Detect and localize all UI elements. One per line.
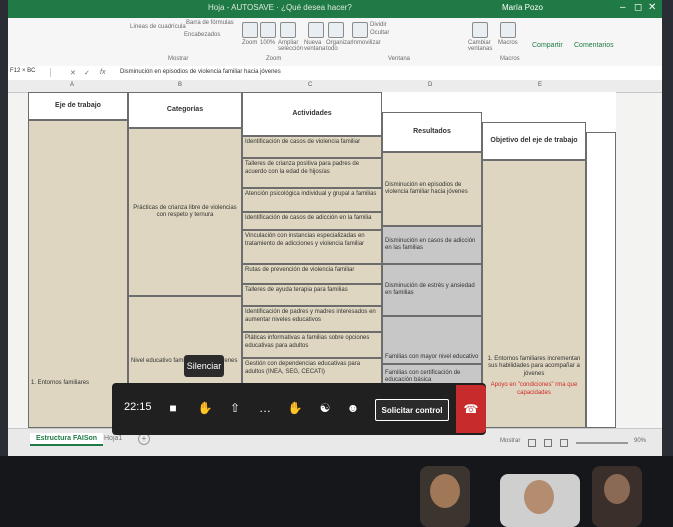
more-icon[interactable]: … — [256, 399, 274, 417]
cell-resultado[interactable]: Familias con mayor nivel educativo — [382, 316, 482, 364]
arrange-icon[interactable] — [328, 22, 344, 38]
ribbon: Líneas de cuadrícula Encabezados Barra d… — [8, 18, 662, 67]
new-window-icon[interactable] — [308, 22, 324, 38]
cell-actividad[interactable]: Identificación de casos de adicción en l… — [242, 212, 382, 230]
cell-actividad[interactable]: Rutas de prevención de violencia familia… — [242, 264, 382, 284]
tooltip-mute: Silenciar — [184, 355, 224, 377]
ribbon-item[interactable]: Líneas de cuadrícula — [130, 24, 186, 30]
cancel-icon[interactable]: ✕ — [70, 69, 76, 77]
video-strip — [0, 456, 673, 527]
avatar — [524, 480, 554, 514]
page-layout-icon[interactable] — [544, 439, 552, 447]
cell-eje[interactable]: 1. Entornos familiares — [28, 120, 128, 428]
data-table: Eje de trabajo Categorías Actividades Re… — [28, 92, 616, 428]
hangup-icon[interactable]: ☎ — [456, 385, 486, 433]
window-title: Hoja - AUTOSAVE · ¿Qué desea hacer? — [208, 3, 352, 12]
formula-bar: F12 × BC ✕ ✓ fx Disminución en episodios… — [8, 66, 662, 81]
ribbon-group-label: Ventana — [388, 56, 411, 62]
zoom-level[interactable]: 90% — [634, 438, 646, 444]
avatar — [430, 474, 460, 508]
page-break-icon[interactable] — [560, 439, 568, 447]
enter-icon[interactable]: ✓ — [84, 69, 90, 77]
close-icon[interactable]: ✕ — [648, 2, 656, 13]
switch-window-icon[interactable] — [472, 22, 488, 38]
freeze-icon[interactable] — [352, 22, 368, 38]
ribbon-group-label: Zoom — [266, 56, 282, 62]
objetivo-text: 1. Entornos familiares incrementan sus h… — [487, 355, 581, 377]
ribbon-item[interactable]: Dividir — [370, 22, 387, 28]
header-eje[interactable]: Eje de trabajo — [28, 92, 128, 120]
ribbon-group-label: Mostrar — [168, 56, 189, 62]
call-timer: 22:15 — [124, 401, 152, 413]
zoom-icon[interactable] — [242, 22, 258, 38]
share-screen-icon[interactable]: ⇧ — [226, 399, 244, 417]
column-header[interactable]: A — [70, 82, 74, 88]
title-bar: Hoja - AUTOSAVE · ¿Qué desea hacer? Marí… — [8, 0, 662, 18]
zoom-selection-icon[interactable] — [280, 22, 296, 38]
header-categorias[interactable]: Categorías — [128, 92, 242, 128]
user-name[interactable]: María Pozo — [502, 3, 543, 12]
cell-empty[interactable] — [586, 132, 616, 428]
cell-actividad[interactable]: Talleres de crianza positiva para padres… — [242, 158, 382, 188]
cell-actividad[interactable]: Pláticas informativas a familias sobre o… — [242, 332, 382, 358]
ribbon-item[interactable]: Organizar todo — [326, 40, 352, 52]
name-box[interactable]: F12 × BC — [10, 68, 51, 77]
ribbon-item[interactable]: Macros — [498, 40, 518, 46]
raise-hand-icon[interactable]: ✋ — [286, 399, 304, 417]
zoom-slider[interactable] — [576, 442, 628, 444]
normal-view-icon[interactable] — [528, 439, 536, 447]
cell-categoria[interactable]: Prácticas de crianza libre de violencias… — [128, 128, 242, 296]
formula-input[interactable]: Disminución en episodios de violencia fa… — [120, 69, 281, 75]
participant-video[interactable] — [420, 466, 470, 527]
request-control-button[interactable]: Solicitar control — [375, 399, 449, 421]
chat-icon[interactable]: ☯ — [316, 399, 334, 417]
header-objetivo[interactable]: Objetivo del eje de trabajo — [482, 122, 586, 160]
cell-resultado[interactable]: Disminución en episodios de violencia fa… — [382, 152, 482, 226]
cell-actividad[interactable]: Identificación de casos de violencia fam… — [242, 136, 382, 158]
comments-button[interactable]: Comentarios — [574, 42, 614, 49]
column-header[interactable]: B — [178, 82, 182, 88]
function-icon[interactable]: fx — [100, 69, 105, 76]
header-actividades[interactable]: Actividades — [242, 92, 382, 136]
zoom-100-icon[interactable] — [260, 22, 276, 38]
header-resultados[interactable]: Resultados — [382, 112, 482, 152]
ribbon-item[interactable]: Nueva ventana — [304, 40, 326, 52]
cell-resultado[interactable]: Disminución de estrés y ansiedad en fami… — [382, 264, 482, 316]
column-header[interactable]: E — [538, 82, 542, 88]
participant-video[interactable] — [500, 474, 580, 527]
ribbon-item[interactable]: Cambiar ventanas — [468, 40, 494, 52]
cell-actividad[interactable]: Identificación de padres y madres intere… — [242, 306, 382, 332]
cell-actividad[interactable]: Vinculación con instancias especializada… — [242, 230, 382, 264]
ribbon-item[interactable]: Barra de fórmulas — [186, 20, 234, 26]
ribbon-item[interactable]: 100% — [260, 40, 275, 46]
column-header[interactable]: D — [428, 82, 432, 88]
participant-video[interactable] — [592, 466, 642, 527]
cell-actividad[interactable]: Talleres de ayuda terapia para familias — [242, 284, 382, 306]
cell-actividad[interactable]: Atención psicológica individual y grupal… — [242, 188, 382, 212]
column-header[interactable]: C — [308, 82, 312, 88]
minimize-icon[interactable]: – — [620, 2, 626, 13]
hand-icon[interactable]: ✋ — [196, 399, 214, 417]
people-icon[interactable]: ☻ — [344, 399, 362, 417]
avatar — [604, 474, 630, 504]
ribbon-item[interactable]: Ampliar selección — [278, 40, 304, 52]
maximize-icon[interactable]: ◻ — [634, 2, 642, 13]
ribbon-item[interactable]: Ocultar — [370, 30, 389, 36]
sheet-tab-estructura[interactable]: Estructura FAISon — [30, 433, 104, 446]
cell-resultado[interactable]: Disminución en casos de adicción en las … — [382, 226, 482, 264]
objetivo-note: Apoyo en "condiciones" rma que capacidad… — [490, 382, 578, 396]
macros-icon[interactable] — [500, 22, 516, 38]
share-button[interactable]: Compartir — [532, 42, 563, 49]
view-settings[interactable]: Mostrar — [500, 438, 520, 444]
camera-icon[interactable]: ■ — [164, 399, 182, 417]
cell-objetivo[interactable]: 1. Entornos familiares incrementan sus h… — [482, 160, 586, 428]
ribbon-item[interactable]: Zoom — [242, 40, 257, 46]
ribbon-item[interactable]: Encabezados — [184, 32, 220, 38]
meeting-toolbar: 22:15 ■ ✋ ⇧ … ✋ ☯ ☻ Solicitar control ☎ — [112, 383, 486, 435]
ribbon-group-label: Macros — [500, 56, 520, 62]
ribbon-item[interactable]: Inmovilizar — [352, 40, 381, 46]
